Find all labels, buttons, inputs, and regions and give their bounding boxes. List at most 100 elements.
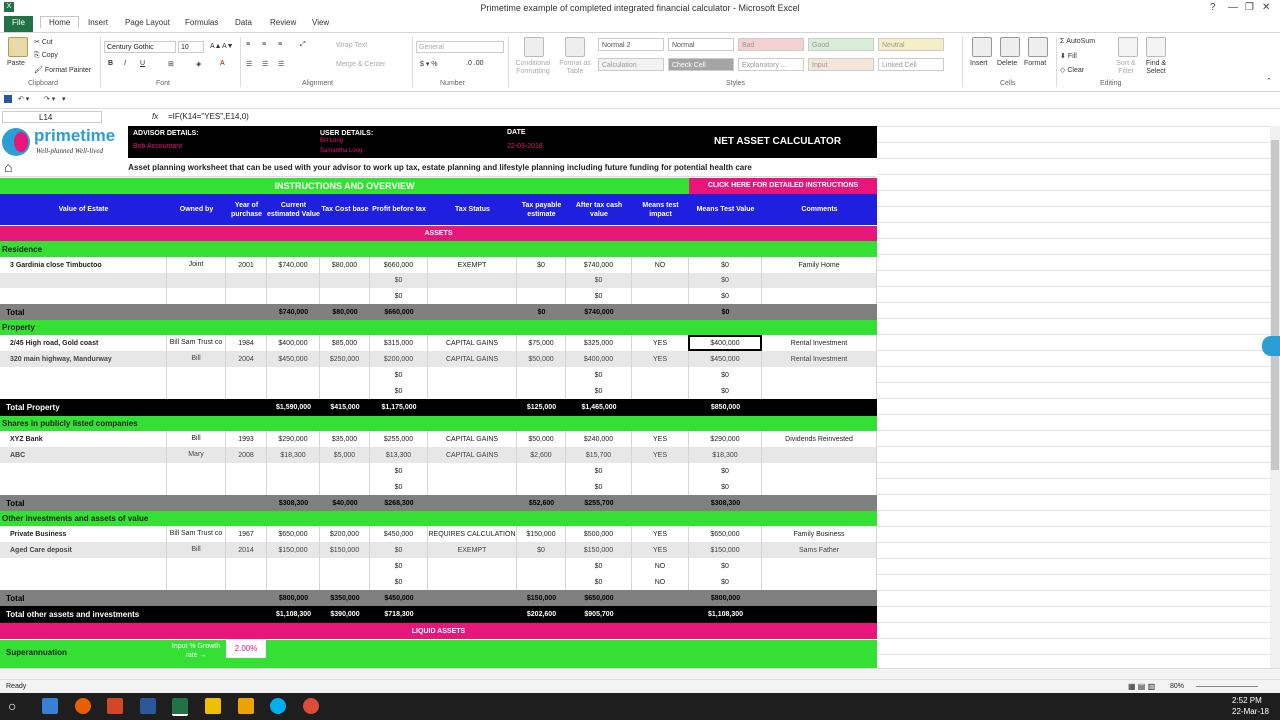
- table-cell[interactable]: $325,000: [566, 335, 632, 351]
- table-cell[interactable]: [762, 590, 877, 606]
- table-cell[interactable]: [428, 383, 517, 399]
- table-cell[interactable]: [762, 273, 877, 288]
- table-cell[interactable]: [0, 288, 167, 304]
- table-cell[interactable]: LIQUID ASSETS: [0, 623, 877, 639]
- table-cell[interactable]: $240,000: [566, 431, 632, 447]
- table-cell[interactable]: $125,000: [517, 399, 566, 416]
- view-buttons-icon[interactable]: ▦ ▤ ▥: [1128, 682, 1155, 691]
- table-cell[interactable]: Bill Sam Trust co: [167, 335, 226, 351]
- table-cell[interactable]: $35,000: [320, 431, 370, 447]
- table-cell[interactable]: [320, 273, 370, 288]
- search-icon[interactable]: ○: [8, 698, 16, 714]
- table-cell[interactable]: 2008: [226, 447, 267, 463]
- table-cell[interactable]: [762, 574, 877, 590]
- table-cell[interactable]: CAPITAL GAINS: [428, 447, 517, 463]
- cell-style-option[interactable]: Explanatory ...: [738, 58, 804, 71]
- tab-view[interactable]: View: [312, 18, 329, 27]
- table-cell[interactable]: [517, 558, 566, 574]
- word-icon[interactable]: [140, 698, 156, 714]
- table-cell[interactable]: $450,000: [370, 590, 428, 606]
- table-cell[interactable]: [167, 574, 226, 590]
- restore-button[interactable]: ❐: [1245, 2, 1254, 13]
- align-bottom-icon[interactable]: ≡: [278, 41, 282, 48]
- instructions-link-button[interactable]: CLICK HERE FOR DETAILED INSTRUCTIONS: [689, 178, 877, 194]
- table-cell[interactable]: Residence: [0, 241, 877, 257]
- table-cell[interactable]: $150,000: [566, 542, 632, 558]
- cell-style-option[interactable]: Neutral: [878, 38, 944, 51]
- close-button[interactable]: ✕: [1262, 2, 1270, 13]
- table-cell[interactable]: 1993: [226, 431, 267, 447]
- table-cell[interactable]: Joint: [167, 257, 226, 273]
- fill-button[interactable]: ⬇ Fill: [1060, 52, 1077, 60]
- table-cell[interactable]: [428, 479, 517, 495]
- table-cell[interactable]: $0: [566, 463, 632, 479]
- clear-button[interactable]: ◇ Clear: [1060, 66, 1084, 74]
- align-top-icon[interactable]: ≡: [246, 41, 250, 48]
- table-cell[interactable]: $1,108,300: [689, 606, 762, 623]
- table-cell[interactable]: [320, 463, 370, 479]
- table-cell[interactable]: [0, 479, 167, 495]
- table-cell[interactable]: [167, 304, 226, 320]
- autosum-button[interactable]: Σ AutoSum: [1060, 38, 1095, 45]
- insert-cells-button[interactable]: Insert: [970, 60, 988, 67]
- table-cell[interactable]: $740,000: [267, 304, 320, 320]
- table-cell[interactable]: [0, 273, 167, 288]
- table-cell[interactable]: Total: [0, 495, 167, 511]
- table-cell[interactable]: [632, 463, 689, 479]
- table-cell[interactable]: YES: [632, 431, 689, 447]
- table-cell[interactable]: $400,000: [566, 351, 632, 367]
- user-name-1[interactable]: Bill Long: [320, 138, 343, 144]
- table-cell[interactable]: $150,000: [689, 542, 762, 558]
- table-cell[interactable]: $1,175,000: [370, 399, 428, 416]
- table-cell[interactable]: $0: [566, 479, 632, 495]
- table-cell[interactable]: Bill: [167, 542, 226, 558]
- table-cell[interactable]: $0: [689, 367, 762, 383]
- table-cell[interactable]: $308,300: [267, 495, 320, 511]
- table-cell[interactable]: 320 main highway, Mandurway: [0, 351, 167, 367]
- tab-insert[interactable]: Insert: [88, 18, 108, 27]
- table-cell[interactable]: [517, 367, 566, 383]
- cell-style-option[interactable]: Input: [808, 58, 874, 71]
- table-cell[interactable]: $0: [689, 383, 762, 399]
- table-cell[interactable]: [320, 367, 370, 383]
- table-cell[interactable]: [428, 590, 517, 606]
- cell-style-option[interactable]: Calculation: [598, 58, 664, 71]
- table-cell[interactable]: $500,000: [566, 526, 632, 542]
- table-cell[interactable]: $450,000: [267, 351, 320, 367]
- table-cell[interactable]: $0: [370, 558, 428, 574]
- date-value[interactable]: 22-03-2018: [507, 143, 543, 150]
- table-cell[interactable]: [167, 606, 226, 623]
- table-cell[interactable]: [632, 383, 689, 399]
- table-cell[interactable]: Total other assets and investments: [0, 606, 167, 623]
- table-cell[interactable]: Other investments and assets of value: [0, 511, 877, 526]
- table-cell[interactable]: Shares in publicly listed companies: [0, 416, 877, 431]
- collapse-ribbon-icon[interactable]: ⌃: [1266, 77, 1272, 85]
- table-cell[interactable]: [517, 574, 566, 590]
- table-cell[interactable]: $718,300: [370, 606, 428, 623]
- name-box[interactable]: L14: [2, 111, 102, 123]
- table-cell[interactable]: [267, 383, 320, 399]
- growth-rate-input[interactable]: 2.00%: [226, 640, 266, 658]
- table-cell[interactable]: $0: [566, 288, 632, 304]
- table-cell[interactable]: [428, 606, 517, 623]
- table-cell[interactable]: $0: [689, 257, 762, 273]
- table-cell[interactable]: $800,000: [689, 590, 762, 606]
- zoom-level[interactable]: 80%: [1170, 683, 1184, 690]
- table-cell[interactable]: CAPITAL GAINS: [428, 431, 517, 447]
- table-cell[interactable]: $40,000: [320, 495, 370, 511]
- table-cell[interactable]: [320, 574, 370, 590]
- table-cell[interactable]: [762, 606, 877, 623]
- cell-style-option[interactable]: Check Cell: [668, 58, 734, 71]
- table-cell[interactable]: [226, 367, 267, 383]
- table-cell[interactable]: EXEMPT: [428, 257, 517, 273]
- table-cell[interactable]: [632, 495, 689, 511]
- table-cell[interactable]: 2004: [226, 351, 267, 367]
- table-cell[interactable]: $660,000: [370, 304, 428, 320]
- wrap-text-button[interactable]: Wrap Text: [336, 42, 367, 49]
- table-cell[interactable]: $0: [566, 383, 632, 399]
- table-cell[interactable]: [762, 463, 877, 479]
- table-cell[interactable]: $450,000: [689, 351, 762, 367]
- table-cell[interactable]: [226, 590, 267, 606]
- table-cell[interactable]: EXEMPT: [428, 542, 517, 558]
- decimal-icon[interactable]: .0 .00: [466, 60, 484, 67]
